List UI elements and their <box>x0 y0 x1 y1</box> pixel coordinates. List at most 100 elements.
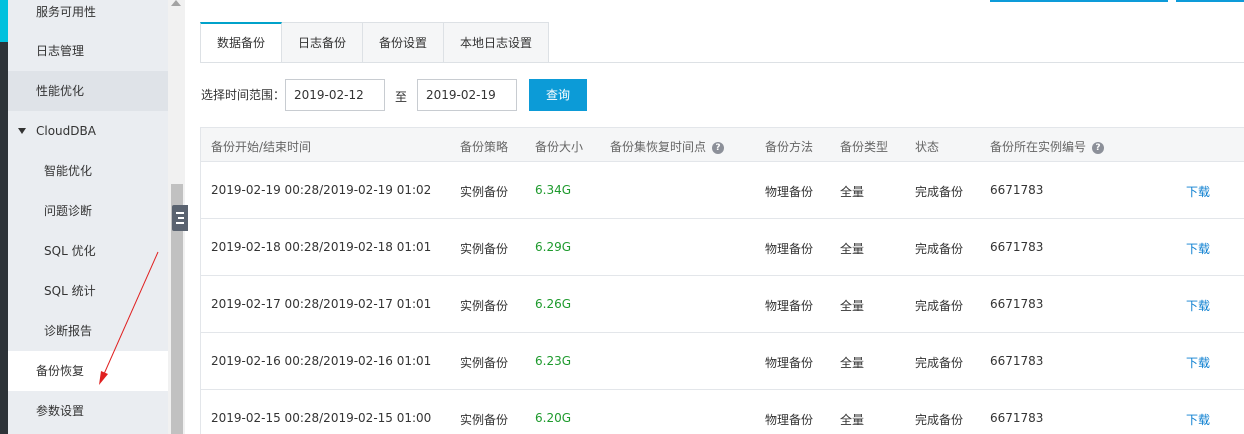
sidebar-item-sql-optimization[interactable]: SQL 优化 <box>8 231 168 271</box>
sidebar-item-label: CloudDBA <box>36 124 96 138</box>
cell-status: 完成备份 <box>915 242 964 256</box>
cell-status: 完成备份 <box>915 299 964 313</box>
sidebar-item-label: 性能优化 <box>36 84 85 98</box>
header-instance-label: 备份所在实例编号 <box>990 140 1087 154</box>
cell-status: 完成备份 <box>915 413 964 427</box>
cell-instance: 6671783 <box>990 354 1044 368</box>
sidebar-item-label: 智能优化 <box>44 164 93 178</box>
sidebar-item-label: 参数设置 <box>36 404 85 418</box>
sidebar-item-smart-optimization[interactable]: 智能优化 <box>8 151 168 191</box>
sidebar-item-label: SQL 统计 <box>44 284 96 298</box>
cell-size: 6.23G <box>535 354 572 368</box>
cell-size: 6.20G <box>535 411 572 425</box>
tab-divider <box>200 62 1244 63</box>
cell-instance: 6671783 <box>990 183 1044 197</box>
tab-bar: 数据备份 日志备份 备份设置 本地日志设置 <box>200 22 550 63</box>
cell-type: 全量 <box>840 242 865 256</box>
cell-time: 2019-02-17 00:28/2019-02-17 01:01 <box>211 297 432 311</box>
sidebar-item-service-availability[interactable]: 服务可用性 <box>8 0 168 32</box>
backup-table: 备份开始/结束时间 备份策略 备份大小 备份集恢复时间点? 备份方法 备份类型 … <box>200 127 1244 434</box>
time-range-label: 选择时间范围： <box>201 88 286 102</box>
left-nav-strip <box>0 0 8 434</box>
sidebar-item-performance[interactable]: 性能优化 <box>8 71 168 111</box>
table-row: 2019-02-16 00:28/2019-02-16 01:01 实例备份 6.2… <box>200 333 1244 390</box>
tab-backup-settings[interactable]: 备份设置 <box>363 22 445 63</box>
cell-time: 2019-02-19 00:28/2019-02-19 01:02 <box>211 183 432 197</box>
top-action-button[interactable] <box>990 0 1168 2</box>
table-row: 2019-02-17 00:28/2019-02-17 01:01 实例备份 6.2… <box>200 276 1244 333</box>
cell-status: 完成备份 <box>915 185 964 199</box>
sidebar-item-parameter-settings[interactable]: 参数设置 <box>8 391 168 431</box>
cell-method: 物理备份 <box>765 185 814 199</box>
sidebar-item-sql-statistics[interactable]: SQL 统计 <box>8 271 168 311</box>
download-link[interactable]: 下载 <box>1186 354 1210 371</box>
caret-down-icon <box>18 128 26 134</box>
cell-strategy: 实例备份 <box>460 242 509 256</box>
header-strategy: 备份策略 <box>460 140 509 154</box>
header-status: 状态 <box>915 140 940 154</box>
sidebar-item-label: 诊断报告 <box>44 324 93 338</box>
cell-time: 2019-02-16 00:28/2019-02-16 01:01 <box>211 354 432 368</box>
cell-method: 物理备份 <box>765 413 814 427</box>
end-date-input[interactable] <box>417 79 517 111</box>
header-method: 备份方法 <box>765 140 814 154</box>
query-button[interactable]: 查询 <box>529 79 587 111</box>
cell-time: 2019-02-18 00:28/2019-02-18 01:01 <box>211 240 432 254</box>
sidebar-item-diagnosis-report[interactable]: 诊断报告 <box>8 311 168 351</box>
cell-status: 完成备份 <box>915 356 964 370</box>
sidebar-item-label: 备份恢复 <box>36 364 85 378</box>
sidebar-item-backup-restore[interactable]: 备份恢复 <box>8 351 168 391</box>
header-instance: 备份所在实例编号? <box>990 138 1105 155</box>
tab-data-backup[interactable]: 数据备份 <box>200 22 283 63</box>
help-circle-icon[interactable]: ? <box>1092 142 1105 154</box>
tab-local-log-settings[interactable]: 本地日志设置 <box>444 22 550 63</box>
cell-time: 2019-02-15 00:28/2019-02-15 01:00 <box>211 411 432 425</box>
download-link[interactable]: 下载 <box>1186 411 1210 428</box>
download-link[interactable]: 下载 <box>1186 240 1210 257</box>
header-restore-point: 备份集恢复时间点? <box>610 138 725 155</box>
sidebar-item-label: 问题诊断 <box>44 204 93 218</box>
sidebar-item-label: 日志管理 <box>36 44 85 58</box>
table-header: 备份开始/结束时间 备份策略 备份大小 备份集恢复时间点? 备份方法 备份类型 … <box>200 127 1244 162</box>
top-action-button-secondary[interactable] <box>1176 0 1244 2</box>
cell-size: 6.34G <box>535 183 572 197</box>
cell-strategy: 实例备份 <box>460 413 509 427</box>
download-link[interactable]: 下载 <box>1186 297 1210 314</box>
cell-type: 全量 <box>840 299 865 313</box>
cell-instance: 6671783 <box>990 240 1044 254</box>
cell-type: 全量 <box>840 185 865 199</box>
cell-strategy: 实例备份 <box>460 185 509 199</box>
sidebar-group-clouddba[interactable]: CloudDBA <box>8 111 168 151</box>
header-restore-point-label: 备份集恢复时间点 <box>610 140 707 154</box>
table-row: 2019-02-19 00:28/2019-02-19 01:02 实例备份 6.3… <box>200 162 1244 219</box>
tab-log-backup[interactable]: 日志备份 <box>282 22 364 63</box>
sidebar-item-label: 服务可用性 <box>36 5 97 19</box>
download-link[interactable]: 下载 <box>1186 183 1210 200</box>
sidebar: 服务可用性 日志管理 性能优化 CloudDBA 智能优化 问题诊断 SQL 优… <box>8 0 168 434</box>
sidebar-item-diagnosis[interactable]: 问题诊断 <box>8 191 168 231</box>
cell-instance: 6671783 <box>990 297 1044 311</box>
active-nav-accent <box>0 0 8 42</box>
cell-method: 物理备份 <box>765 299 814 313</box>
cell-strategy: 实例备份 <box>460 356 509 370</box>
cell-type: 全量 <box>840 413 865 427</box>
table-row: 2019-02-15 00:28/2019-02-15 01:00 实例备份 6.2… <box>200 390 1244 434</box>
cell-size: 6.26G <box>535 297 572 311</box>
help-circle-icon[interactable]: ? <box>712 142 725 154</box>
cell-strategy: 实例备份 <box>460 299 509 313</box>
cell-type: 全量 <box>840 356 865 370</box>
table-row: 2019-02-18 00:28/2019-02-18 01:01 实例备份 6.2… <box>200 219 1244 276</box>
cell-method: 物理备份 <box>765 356 814 370</box>
header-size: 备份大小 <box>535 140 584 154</box>
cell-size: 6.29G <box>535 240 572 254</box>
sidebar-item-label: SQL 优化 <box>44 244 96 258</box>
scroll-up-icon[interactable] <box>171 0 181 6</box>
table-body: 2019-02-19 00:28/2019-02-19 01:02 实例备份 6.3… <box>200 162 1244 434</box>
cell-method: 物理备份 <box>765 242 814 256</box>
start-date-input[interactable] <box>285 79 385 111</box>
collapse-menu-icon[interactable] <box>172 205 188 231</box>
to-label: 至 <box>395 90 408 104</box>
header-time: 备份开始/结束时间 <box>211 140 312 154</box>
header-type: 备份类型 <box>840 140 889 154</box>
sidebar-item-log-management[interactable]: 日志管理 <box>8 31 168 71</box>
